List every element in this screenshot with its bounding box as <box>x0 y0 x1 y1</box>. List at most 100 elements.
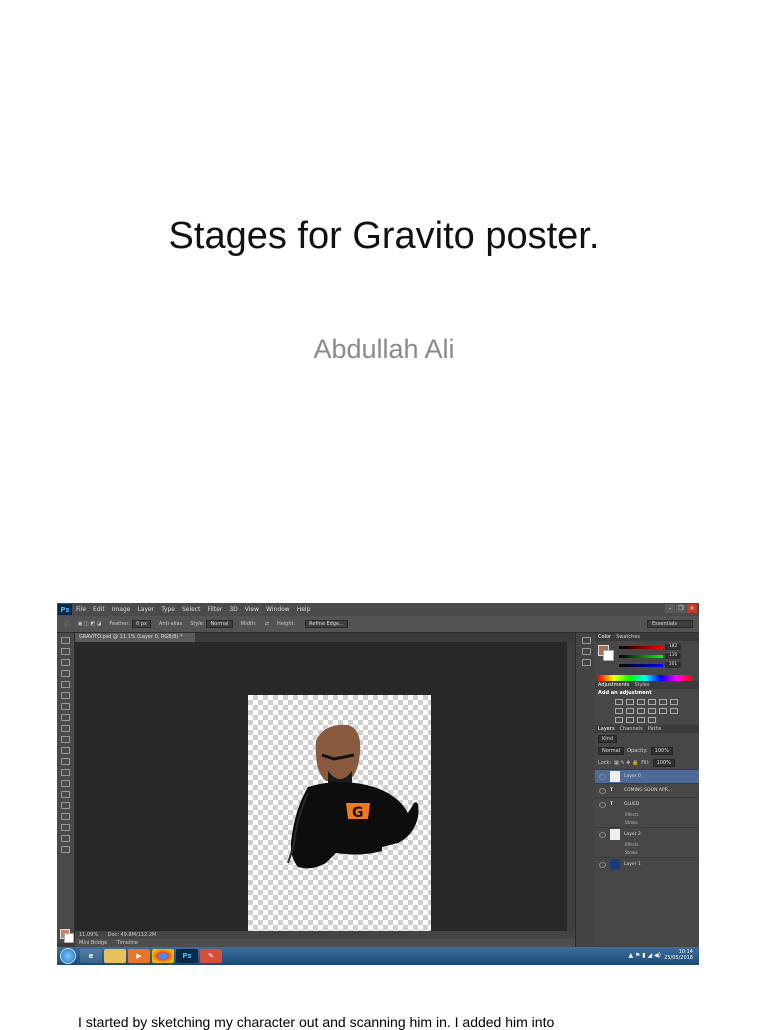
paint-icon[interactable]: ✎ <box>200 949 222 963</box>
tab-color[interactable]: Color <box>598 633 611 641</box>
document-canvas[interactable]: G <box>248 695 431 954</box>
menu-edit[interactable]: Edit <box>93 606 105 613</box>
brightness-icon[interactable] <box>615 699 623 705</box>
healing-tool-icon[interactable] <box>61 703 70 710</box>
tab-timeline[interactable]: Timeline <box>117 940 138 946</box>
shape-tool-icon[interactable] <box>61 824 70 831</box>
photo-filter-icon[interactable] <box>637 708 645 714</box>
tab-channels[interactable]: Channels <box>620 725 643 733</box>
layer-effect-stroke[interactable]: Stroke <box>595 849 699 857</box>
background-chip[interactable] <box>603 650 614 661</box>
blue-slider[interactable] <box>619 664 663 667</box>
restore-icon[interactable]: ❐ <box>676 604 686 613</box>
exposure-icon[interactable] <box>648 699 656 705</box>
tab-paths[interactable]: Paths <box>648 725 662 733</box>
menu-3d[interactable]: 3D <box>229 606 237 613</box>
gradient-map-icon[interactable] <box>637 717 645 723</box>
visibility-icon[interactable] <box>599 801 606 808</box>
blend-mode-select[interactable]: Normal <box>598 747 625 755</box>
stamp-tool-icon[interactable] <box>61 725 70 732</box>
menu-file[interactable]: File <box>76 606 86 613</box>
levels-icon[interactable] <box>626 699 634 705</box>
swap-icon[interactable]: ⇄ <box>265 621 269 627</box>
canvas-area[interactable]: G <box>75 642 567 954</box>
curves-icon[interactable] <box>637 699 645 705</box>
history-brush-tool-icon[interactable] <box>61 736 70 743</box>
properties-panel-icon[interactable] <box>581 648 591 655</box>
layer-row[interactable]: T COMING SOON APR... <box>595 783 699 797</box>
blur-tool-icon[interactable] <box>61 769 70 776</box>
photoshop-icon[interactable]: Ps <box>176 949 198 963</box>
marquee-tool-icon[interactable] <box>61 648 70 655</box>
eyedropper-tool-icon[interactable] <box>61 692 70 699</box>
folder-icon[interactable] <box>104 949 126 963</box>
visibility-icon[interactable] <box>599 773 606 780</box>
system-tray-icons[interactable]: ▲ ⚑ ▮ ◢ ◀) <box>629 952 662 959</box>
tab-layers[interactable]: Layers <box>598 725 615 733</box>
document-tab[interactable]: GRAVITO.psd @ 11.1% (Layer 0, RGB/8) * <box>75 633 195 642</box>
menu-view[interactable]: View <box>245 606 259 613</box>
layer-row[interactable]: Layer 0 <box>595 769 699 783</box>
black-white-icon[interactable] <box>626 708 634 714</box>
lasso-tool-icon[interactable] <box>61 659 70 666</box>
green-value[interactable]: 116 <box>665 653 681 659</box>
visibility-icon[interactable] <box>599 861 606 868</box>
eraser-tool-icon[interactable] <box>61 747 70 754</box>
red-value[interactable]: 182 <box>665 644 681 650</box>
menu-filter[interactable]: Filter <box>208 606 223 613</box>
zoom-level[interactable]: 11.09% <box>79 932 98 938</box>
layer-row[interactable]: Layer 1 <box>595 857 699 871</box>
kind-filter[interactable]: Kind <box>598 735 618 743</box>
hand-tool-icon[interactable] <box>61 835 70 842</box>
chrome-icon[interactable] <box>152 949 174 963</box>
visibility-icon[interactable] <box>599 831 606 838</box>
dodge-tool-icon[interactable] <box>61 780 70 787</box>
green-slider[interactable] <box>619 655 663 658</box>
vibrance-icon[interactable] <box>659 699 667 705</box>
crop-tool-icon[interactable] <box>61 681 70 688</box>
ie-icon[interactable]: e <box>80 949 102 963</box>
gradient-tool-icon[interactable] <box>61 758 70 765</box>
visibility-icon[interactable] <box>599 787 606 794</box>
start-button[interactable] <box>60 948 76 964</box>
feather-input[interactable]: 0 px <box>132 620 151 628</box>
tab-adjustments[interactable]: Adjustments <box>598 681 629 689</box>
clock[interactable]: 10:14 25/05/2018 <box>664 949 693 961</box>
quick-select-tool-icon[interactable] <box>61 670 70 677</box>
zoom-tool-icon[interactable] <box>61 846 70 853</box>
posterize-icon[interactable] <box>615 717 623 723</box>
menu-window[interactable]: Window <box>266 606 290 613</box>
menu-image[interactable]: Image <box>112 606 131 613</box>
style-select[interactable]: Normal <box>206 620 233 628</box>
history-panel-icon[interactable] <box>581 637 591 644</box>
layer-effects[interactable]: Effects <box>595 841 699 849</box>
layer-effects[interactable]: Effects <box>595 811 699 819</box>
threshold-icon[interactable] <box>626 717 634 723</box>
menu-type[interactable]: Type <box>161 606 175 613</box>
red-slider[interactable] <box>619 646 663 649</box>
layer-effect-stroke[interactable]: Stroke <box>595 819 699 827</box>
lock-icons[interactable]: ▦ ✎ ✥ 🔒 <box>614 760 638 766</box>
invert-icon[interactable] <box>670 708 678 714</box>
tab-swatches[interactable]: Swatches <box>616 633 640 641</box>
layer-row[interactable]: Layer 2 <box>595 827 699 841</box>
color-balance-icon[interactable] <box>615 708 623 714</box>
type-tool-icon[interactable] <box>61 802 70 809</box>
media-icon[interactable]: ▶ <box>128 949 150 963</box>
character-panel-icon[interactable] <box>581 659 591 666</box>
close-icon[interactable]: ✕ <box>687 604 697 613</box>
selection-mode-icons[interactable]: ▣ ◫ ◩ ◪ <box>78 621 102 627</box>
channel-mixer-icon[interactable] <box>648 708 656 714</box>
menu-layer[interactable]: Layer <box>137 606 154 613</box>
background-color-swatch[interactable] <box>64 933 74 943</box>
layer-row[interactable]: T GLUED <box>595 797 699 811</box>
vertical-scrollbar[interactable] <box>567 642 575 931</box>
move-tool-icon[interactable] <box>61 637 70 644</box>
menu-select[interactable]: Select <box>182 606 201 613</box>
menu-help[interactable]: Help <box>297 606 311 613</box>
opacity-input[interactable]: 100% <box>650 747 673 755</box>
pen-tool-icon[interactable] <box>61 791 70 798</box>
tab-mini-bridge[interactable]: Mini Bridge <box>79 940 107 946</box>
refine-edge-button[interactable]: Refine Edge... <box>305 620 348 628</box>
workspace-select[interactable]: Essentials <box>647 620 693 628</box>
